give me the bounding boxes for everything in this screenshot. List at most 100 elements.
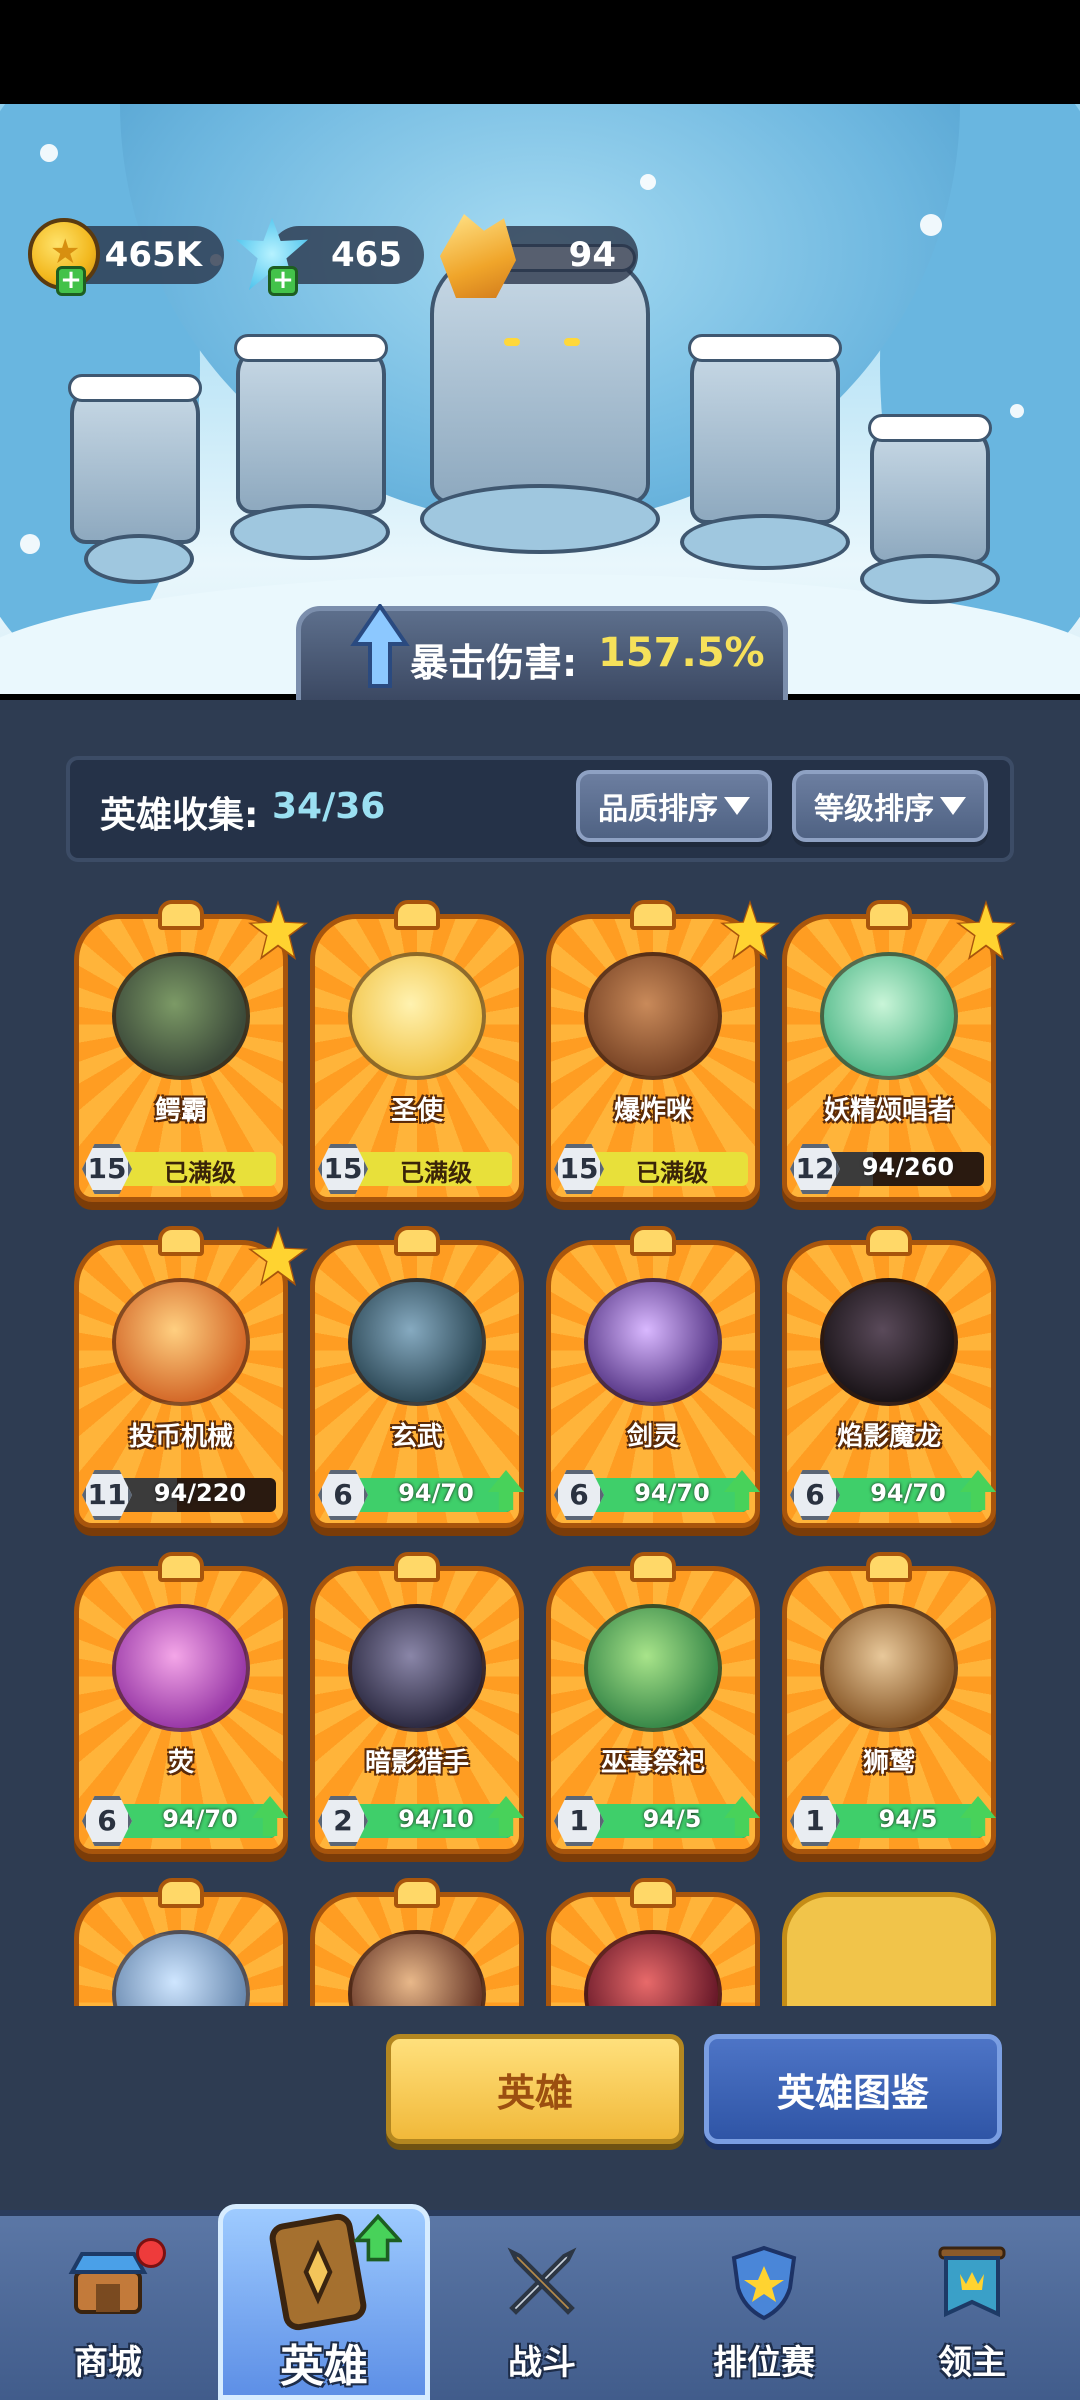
hero-name: 玄武 bbox=[390, 1422, 443, 1452]
hero-card[interactable]: 暗影猎手 94/10 2 bbox=[310, 1552, 524, 1870]
hero-portrait bbox=[584, 1278, 722, 1406]
hero-card[interactable]: 鳄霸已满级 15 bbox=[74, 900, 308, 1218]
hero-name: 圣使 bbox=[390, 1096, 443, 1126]
hero-name: 鳄霸 bbox=[154, 1096, 207, 1126]
hero-level: 15 bbox=[87, 1152, 127, 1185]
hero-portrait bbox=[348, 952, 486, 1080]
crossed-swords-icon bbox=[507, 2247, 577, 2315]
hero-card[interactable]: 投币机械 94/220 11 bbox=[74, 1226, 308, 1544]
hero-portrait bbox=[348, 1278, 486, 1406]
hero-portrait bbox=[112, 1278, 250, 1406]
hero-card-partial[interactable] bbox=[310, 1878, 524, 2006]
collection-count: 34/36 bbox=[272, 786, 386, 827]
hero-grid: 鳄霸 已满级 15 圣使 已满级 15 爆炸咪 已满级 15 妖精颂唱者 94/260 12 投币机械 9… bbox=[60, 900, 1020, 2006]
hero-portrait bbox=[820, 1604, 958, 1732]
card-crest bbox=[866, 1552, 912, 1582]
hero-card[interactable]: 剑灵 94/70 6 bbox=[546, 1226, 760, 1544]
collection-label: 英雄收集: bbox=[100, 795, 259, 836]
card-crest bbox=[630, 1226, 676, 1256]
nav-ranked[interactable]: 排位赛 bbox=[674, 2220, 854, 2400]
sort-by-quality-button[interactable]: 品质排序 bbox=[576, 770, 772, 842]
hero-card[interactable]: 妖精颂唱者 94/260 12 bbox=[782, 900, 1016, 1218]
lord-banner-icon bbox=[938, 2246, 1006, 2318]
hero-card-partial[interactable] bbox=[546, 1878, 760, 2006]
crit-damage-label: 暴击伤害: bbox=[410, 641, 578, 685]
crystal-value: 94 bbox=[568, 235, 616, 275]
card-crest bbox=[630, 1552, 676, 1582]
nav-lord-label: 领主 bbox=[938, 2343, 1006, 2383]
card-crest bbox=[394, 900, 440, 930]
hero-level: 6 bbox=[97, 1804, 117, 1837]
statue-left bbox=[68, 374, 202, 544]
hero-progress-text: 已满级 bbox=[400, 1159, 472, 1186]
nav-shop-label: 商城 bbox=[74, 2343, 142, 2383]
hero-card[interactable]: 圣使已满级 15 bbox=[310, 900, 524, 1218]
statue-hooded bbox=[688, 334, 842, 524]
hero-codex-tab-label: 英雄图鉴 bbox=[776, 2070, 929, 2115]
heroes-tab-label: 英雄 bbox=[496, 2070, 573, 2115]
hero-progress-text: 94/5 bbox=[878, 1805, 938, 1833]
statue-machine bbox=[868, 414, 992, 564]
hero-name: 巫毒祭祀 bbox=[600, 1748, 705, 1778]
card-crest bbox=[394, 1878, 440, 1908]
add-gold-button[interactable]: + bbox=[56, 266, 86, 296]
hero-name: 焰影魔龙 bbox=[836, 1422, 941, 1452]
crit-damage-value: 157.5% bbox=[598, 630, 765, 676]
card-crest bbox=[630, 1878, 676, 1908]
hero-portrait bbox=[820, 1278, 958, 1406]
sort-quality-label: 品质排序 bbox=[598, 792, 718, 827]
hero-level: 1 bbox=[805, 1804, 825, 1837]
hero-card-partial[interactable] bbox=[74, 1878, 288, 2006]
hero-progress-text: 94/70 bbox=[870, 1479, 946, 1507]
hero-card[interactable]: 巫毒祭祀 94/5 1 bbox=[546, 1552, 760, 1870]
hero-progress-text: 已满级 bbox=[164, 1159, 236, 1186]
hero-level: 15 bbox=[323, 1152, 363, 1185]
card-crest bbox=[630, 900, 676, 930]
hero-level: 6 bbox=[569, 1478, 589, 1511]
card-crest bbox=[394, 1226, 440, 1256]
nav-heroes-label: 英雄 bbox=[280, 2341, 368, 2392]
hero-name: 荧 bbox=[167, 1748, 194, 1778]
heroes-tab-button[interactable]: 英雄 bbox=[386, 2034, 684, 2144]
hero-card[interactable]: 玄武 94/70 6 bbox=[310, 1226, 524, 1544]
nav-battle-label: 战斗 bbox=[508, 2343, 576, 2383]
hero-name: 爆炸咪 bbox=[613, 1096, 692, 1126]
hero-card[interactable]: 狮鹫 94/5 1 bbox=[782, 1552, 996, 1870]
nav-lord[interactable]: 领主 bbox=[882, 2220, 1062, 2400]
hero-progress-text: 94/10 bbox=[398, 1805, 474, 1833]
nav-battle[interactable]: 战斗 bbox=[452, 2220, 632, 2400]
hero-progress-text: 已满级 bbox=[636, 1159, 708, 1186]
nav-heroes[interactable]: 英雄 bbox=[234, 2213, 414, 2400]
hero-level: 12 bbox=[795, 1152, 835, 1185]
diamond-value: 465 bbox=[331, 235, 402, 275]
hero-level: 2 bbox=[333, 1804, 353, 1837]
hero-portrait bbox=[112, 1604, 250, 1732]
hero-progress-text: 94/70 bbox=[398, 1479, 474, 1507]
hero-card[interactable]: 爆炸咪 已满级 15 bbox=[546, 900, 780, 1218]
hero-card-locked[interactable] bbox=[782, 1878, 996, 2006]
hero-codex-tab-button[interactable]: 英雄图鉴 bbox=[704, 2034, 1002, 2144]
hero-portrait bbox=[584, 1604, 722, 1732]
hero-portrait bbox=[584, 952, 722, 1080]
dropdown-triangle-icon bbox=[724, 797, 750, 815]
add-diamond-button[interactable]: + bbox=[268, 266, 298, 296]
dropdown-triangle-icon bbox=[940, 797, 966, 815]
hero-progress-text: 94/260 bbox=[861, 1153, 955, 1181]
statue-griffin bbox=[234, 334, 388, 514]
arrow-up-icon bbox=[350, 604, 410, 688]
hero-portrait bbox=[348, 1604, 486, 1732]
hero-card[interactable]: 焰影魔龙 94/70 6 bbox=[782, 1226, 996, 1544]
card-crest bbox=[158, 900, 204, 930]
status-bar bbox=[0, 0, 1080, 104]
upgrade-arrow-icon bbox=[354, 2214, 402, 2262]
hero-name: 投币机械 bbox=[128, 1422, 233, 1452]
nav-shop[interactable]: 商城 bbox=[18, 2220, 198, 2400]
sort-level-label: 等级排序 bbox=[814, 792, 934, 827]
hero-card[interactable]: 荧 94/70 6 bbox=[74, 1552, 288, 1870]
notification-dot bbox=[136, 2238, 166, 2268]
hero-level: 11 bbox=[87, 1478, 127, 1511]
card-frame bbox=[782, 1892, 996, 2006]
sort-by-level-button[interactable]: 等级排序 bbox=[792, 770, 988, 842]
hero-progress-text: 94/70 bbox=[634, 1479, 710, 1507]
gold-value: 465K bbox=[104, 235, 202, 275]
